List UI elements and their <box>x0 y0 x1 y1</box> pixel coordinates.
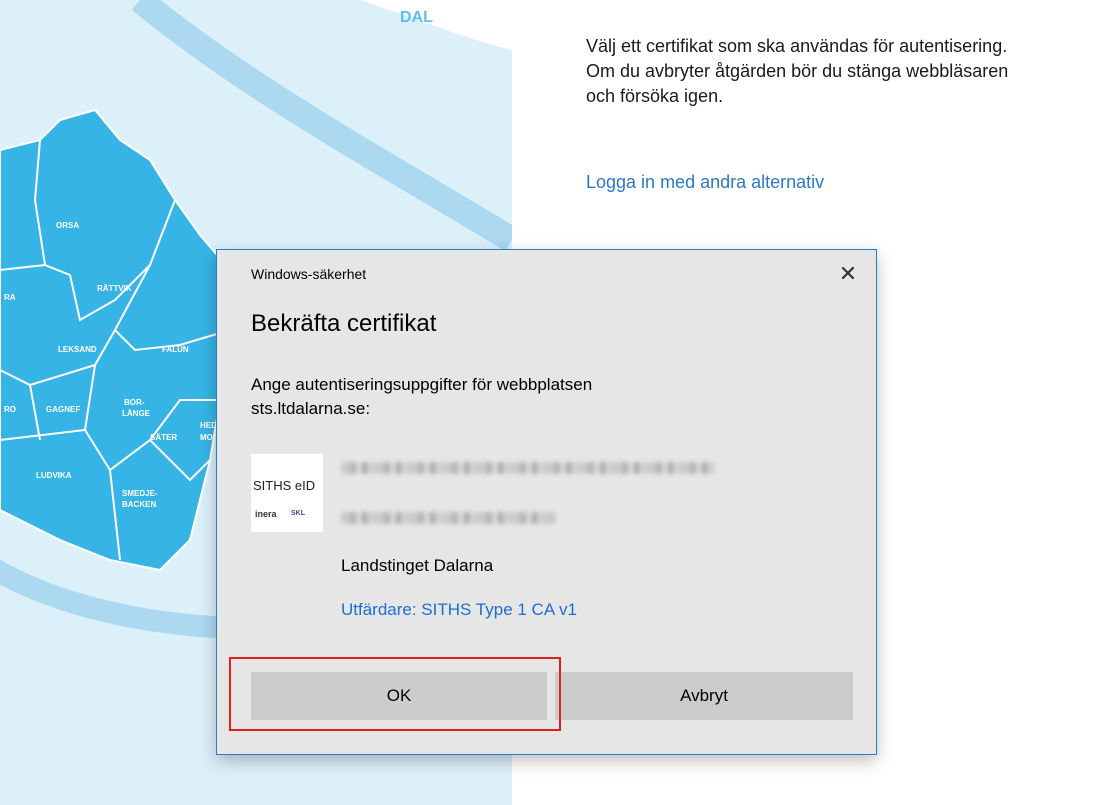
map-logo-fragment: DAL <box>400 9 433 26</box>
windows-security-dialog: Windows-säkerhet ✕ Bekräfta certifikat A… <box>216 249 877 755</box>
map-label-falun: FALUN <box>162 345 189 354</box>
map-label-rattvik: RÄTTVIK <box>97 284 132 293</box>
certificate-issuer-link[interactable]: Utfärdare: SITHS Type 1 CA v1 <box>341 600 577 620</box>
siths-eid-logo[interactable]: SITHS eID inera SKL <box>251 454 323 532</box>
map-label-partial-top: RA <box>4 293 16 302</box>
map-label-smedjebacken-1: SMEDJE- <box>122 489 158 498</box>
cancel-button[interactable]: Avbryt <box>555 672 853 720</box>
close-icon[interactable]: ✕ <box>836 262 860 286</box>
certificate-serial-redacted[interactable] <box>341 512 555 524</box>
map-label-orsa: ORSA <box>56 221 79 230</box>
inera-logo-icon: inera <box>255 509 277 519</box>
dialog-titlebar[interactable]: Windows-säkerhet ✕ <box>217 250 876 294</box>
partner-logo-icon: SKL <box>291 510 305 517</box>
dialog-window-title: Windows-säkerhet <box>251 266 367 282</box>
certificate-organization[interactable]: Landstinget Dalarna <box>341 556 493 576</box>
certificate-subject-redacted[interactable] <box>341 462 715 474</box>
map-label-smedjebacken-2: BACKEN <box>122 500 156 509</box>
siths-eid-logo-text: SITHS eID <box>253 478 316 493</box>
map-label-partial-hed: HED <box>200 421 217 430</box>
map-label-borlange-1: BOR- <box>124 398 145 407</box>
dialog-message: Ange autentiseringsuppgifter för webbpla… <box>251 373 811 421</box>
alternative-login-link[interactable]: Logga in med andra alternativ <box>586 172 824 193</box>
dialog-message-line-2: sts.ltdalarna.se: <box>251 399 371 418</box>
ok-button[interactable]: OK <box>251 672 547 720</box>
instruction-line-1: Välj ett certifikat som ska användas för… <box>586 36 1008 56</box>
map-label-sater: SÄTER <box>150 433 177 442</box>
map-label-borlange-2: LÄNGE <box>122 409 151 418</box>
map-label-partial-mo: MO <box>200 433 213 442</box>
instruction-line-3: och försöka igen. <box>586 86 724 106</box>
map-label-partial-left: RO <box>4 405 16 414</box>
dialog-heading: Bekräfta certifikat <box>251 310 437 337</box>
map-label-ludvika: LUDVIKA <box>36 471 72 480</box>
certificate-instructions: Välj ett certifikat som ska användas för… <box>586 34 1106 109</box>
map-label-gagnef: GAGNEF <box>46 405 80 414</box>
instruction-line-2: Om du avbryter åtgärden bör du stänga we… <box>586 61 1009 81</box>
map-label-leksand: LEKSAND <box>58 345 97 354</box>
dialog-message-line-1: Ange autentiseringsuppgifter för webbpla… <box>251 375 593 394</box>
